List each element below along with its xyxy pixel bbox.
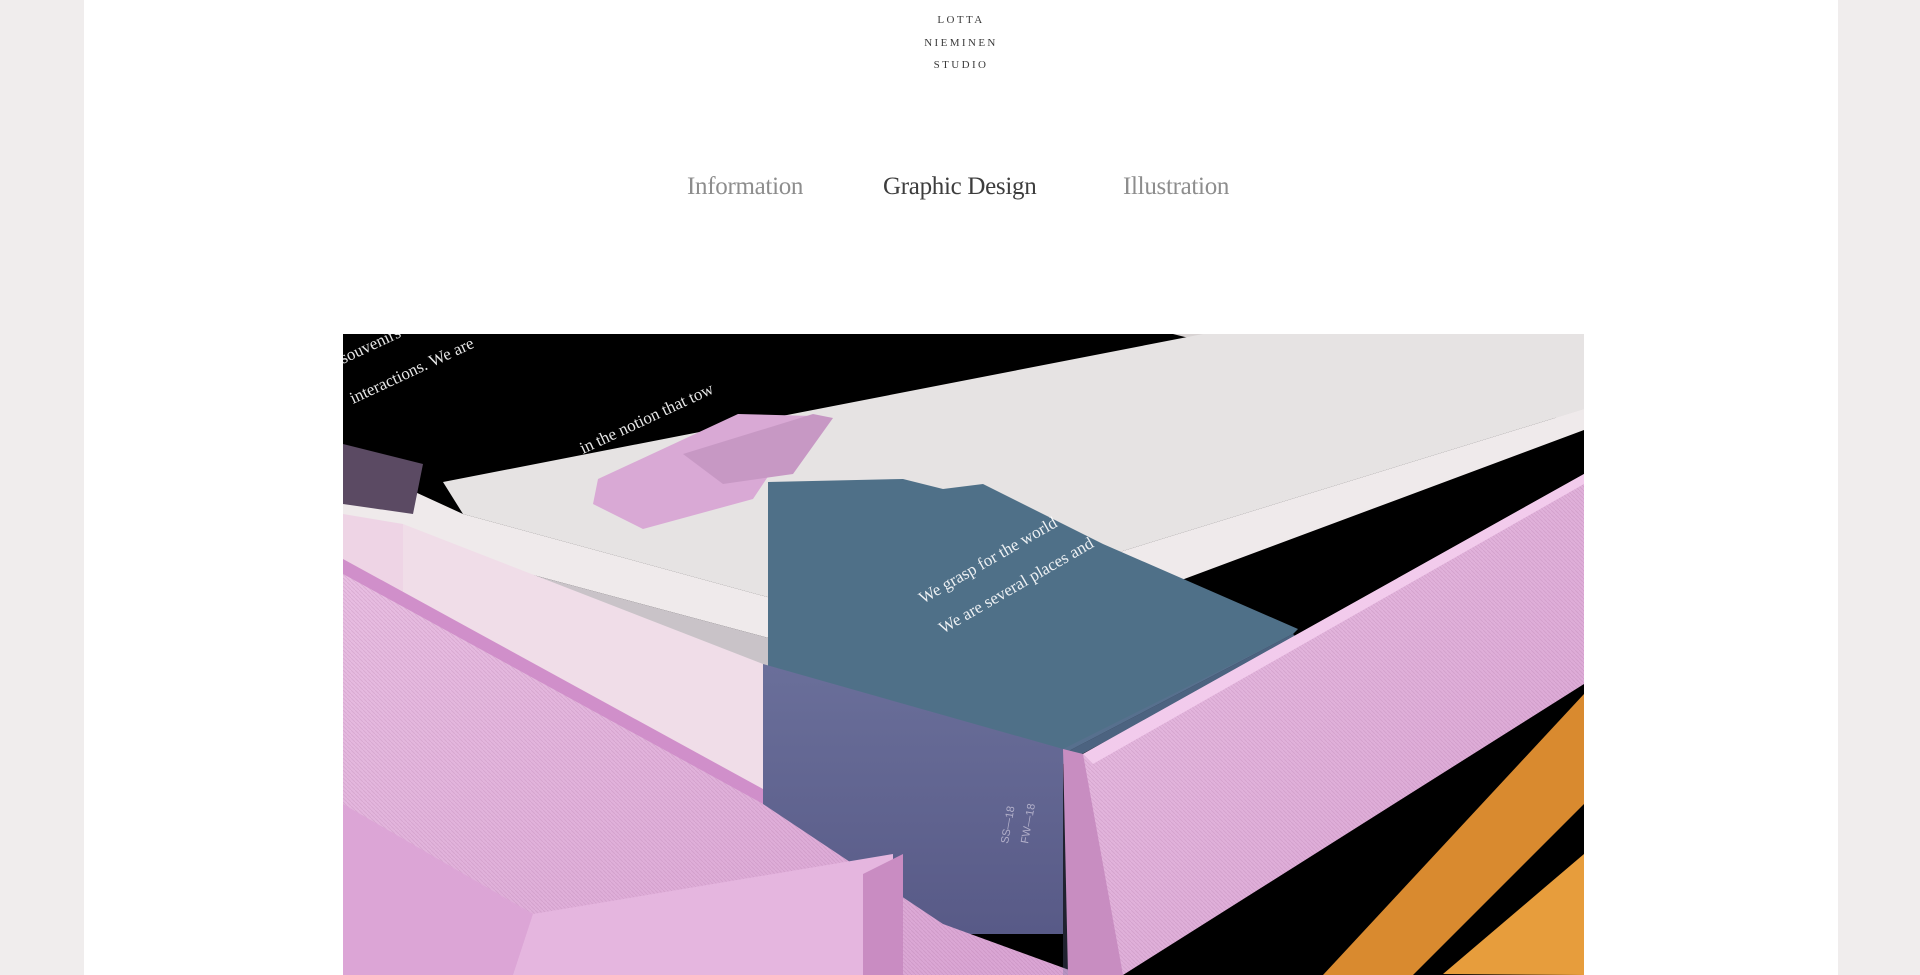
logo-line-3: STUDIO xyxy=(933,59,989,71)
nav-item-graphic-design[interactable]: Graphic Design xyxy=(883,173,1037,201)
logo-line-2: NIEMINEN xyxy=(924,36,998,49)
hero-image[interactable]: interactions. We are souvenirs of happin… xyxy=(343,334,1584,975)
book-photo: interactions. We are souvenirs of happin… xyxy=(343,334,1584,975)
studio-logo[interactable]: LOTTA NIEMINEN STUDIO xyxy=(84,9,1838,77)
logo-line-1: LOTTA xyxy=(937,14,985,26)
nav-item-information[interactable]: Information xyxy=(687,173,803,201)
page-container: LOTTA NIEMINEN STUDIO Information Graphi… xyxy=(84,0,1838,975)
nav-item-illustration[interactable]: Illustration xyxy=(1123,173,1229,201)
main-nav: Information Graphic Design Illustration xyxy=(84,173,1838,213)
